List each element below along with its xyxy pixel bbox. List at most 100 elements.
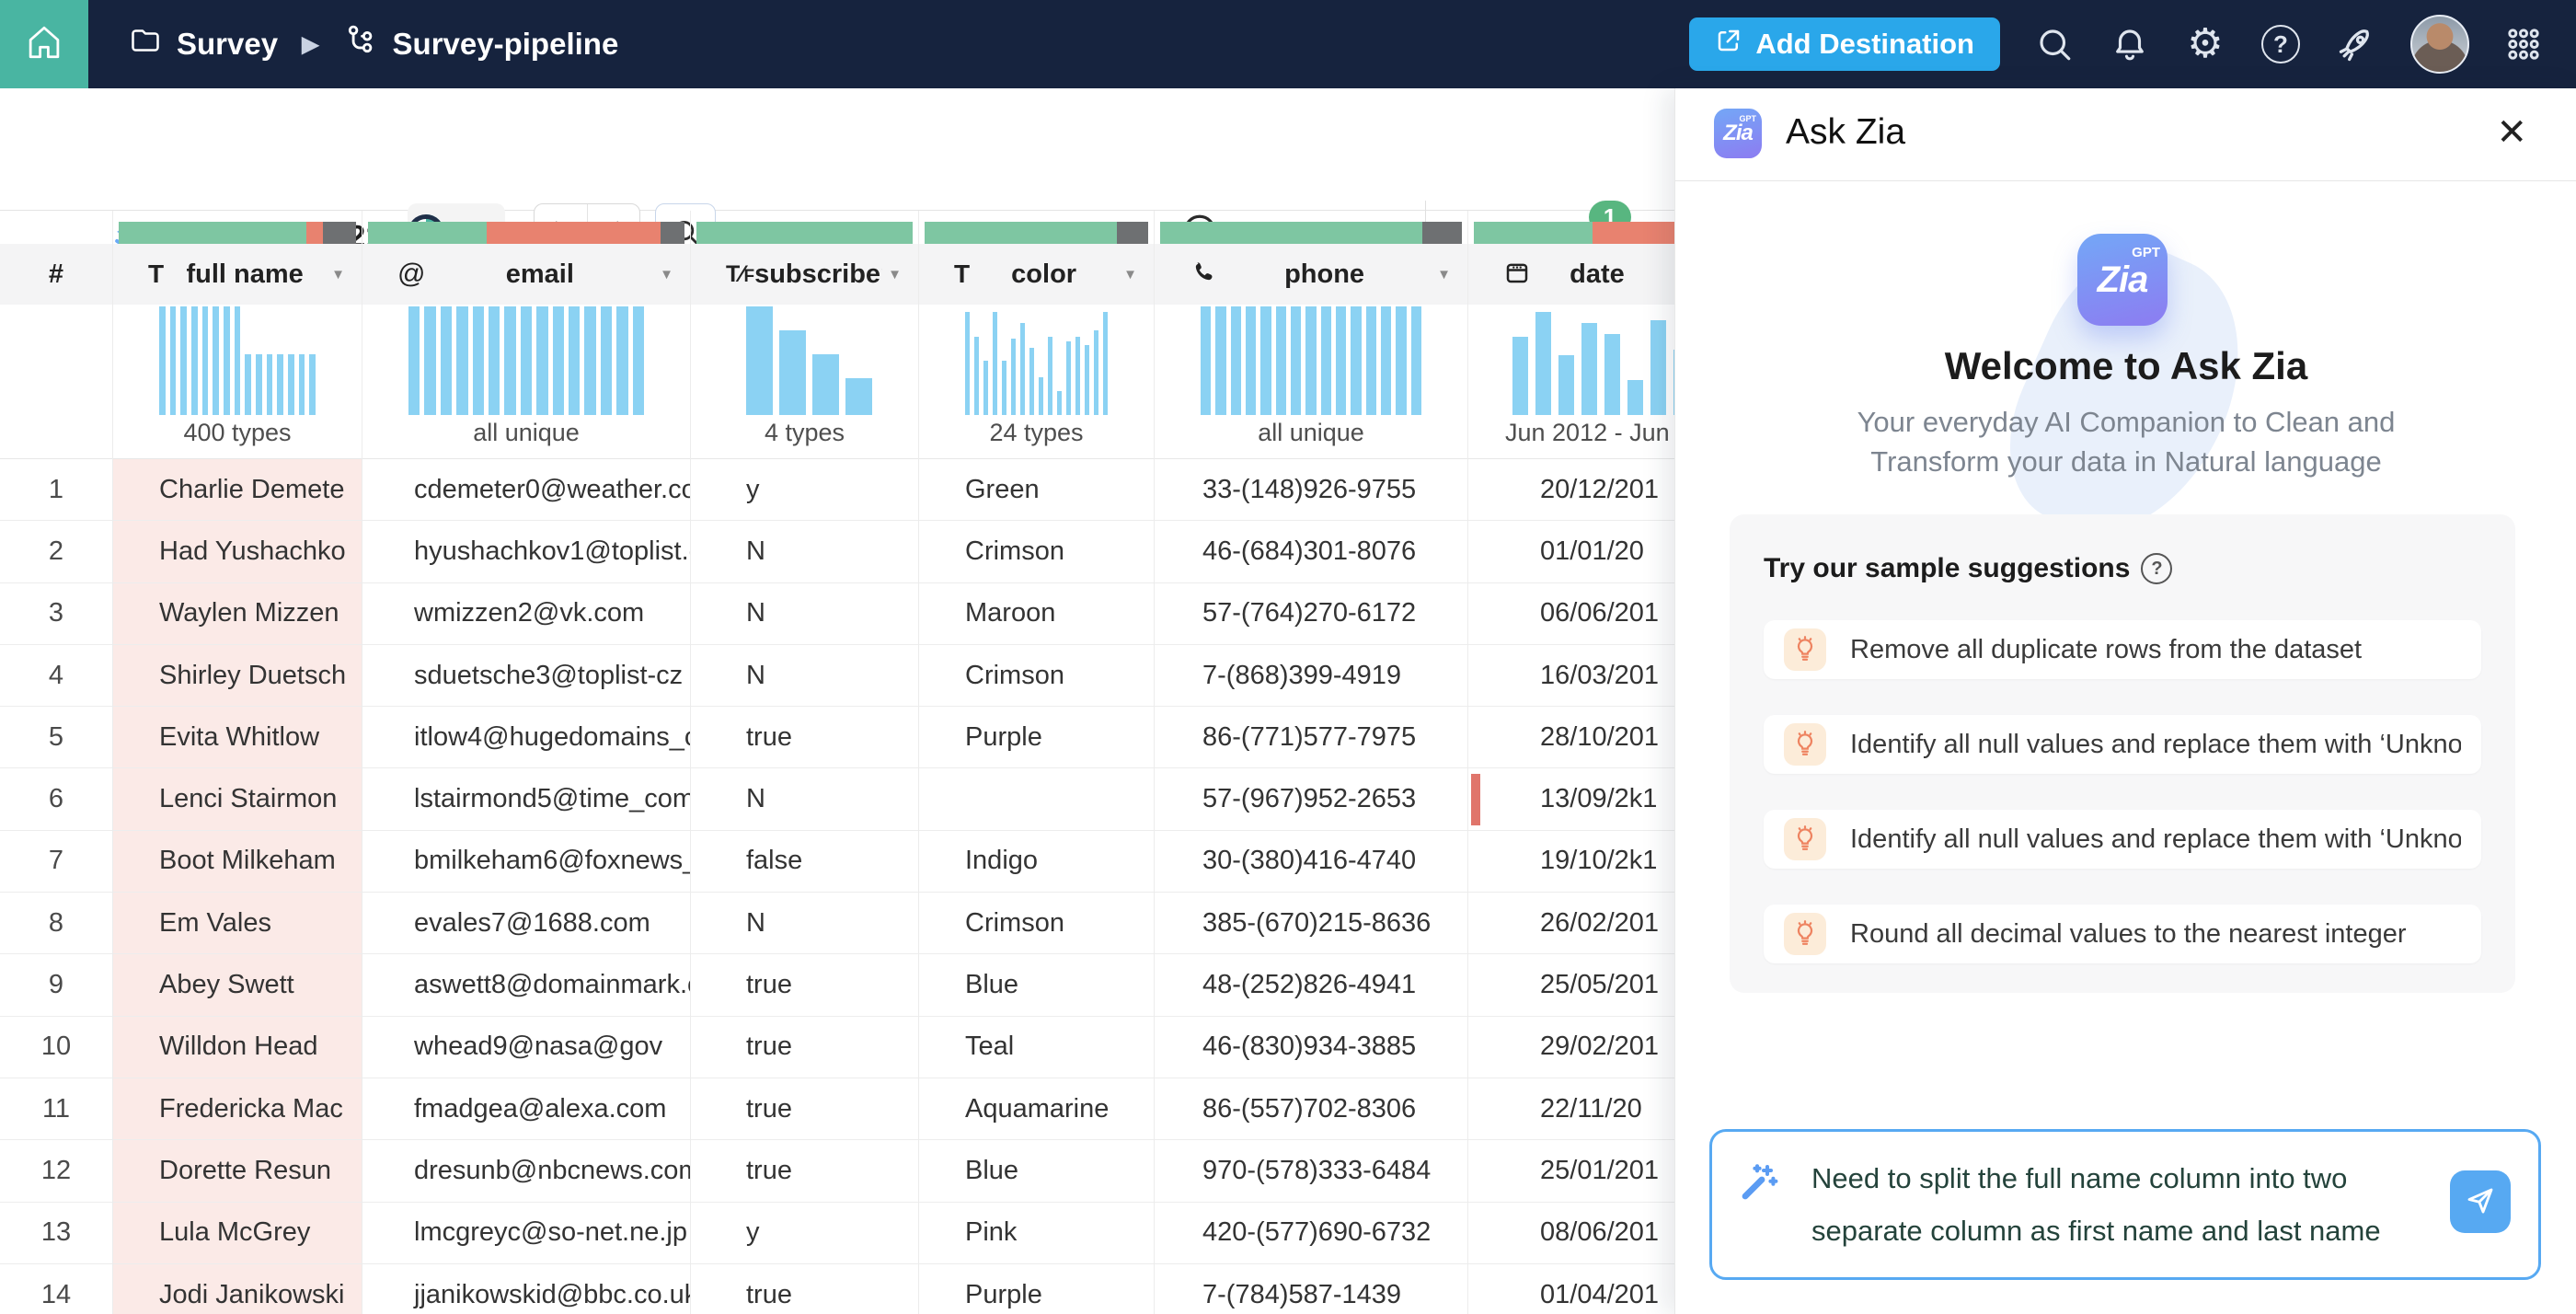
cell-date[interactable]: 16/03/201: [1468, 645, 1674, 707]
whats-new-rocket-icon[interactable]: [2335, 23, 2377, 65]
cell-email[interactable]: hyushachkov1@toplist.cz: [362, 521, 690, 582]
cell-date[interactable]: 28/10/201: [1468, 707, 1674, 768]
cell-subscriber[interactable]: false: [691, 831, 918, 893]
cell-subscriber[interactable]: N: [691, 893, 918, 954]
cell-phone[interactable]: 57-(967)952-2653: [1155, 768, 1467, 830]
cell-email[interactable]: lmcgreyc@so-net.ne.jp: [362, 1203, 690, 1264]
cell-subscriber[interactable]: N: [691, 521, 918, 582]
cell-email[interactable]: sduetsche3@toplist-cz: [362, 645, 690, 707]
row-number[interactable]: 13: [0, 1203, 112, 1264]
cell-phone[interactable]: 57-(764)270-6172: [1155, 583, 1467, 645]
cell-color[interactable]: Green: [919, 459, 1154, 521]
cell-full_name[interactable]: Boot Milkeham: [113, 831, 362, 893]
cell-full_name[interactable]: Dorette Resun: [113, 1140, 362, 1202]
cell-subscriber[interactable]: N: [691, 645, 918, 707]
cell-date[interactable]: 22/11/20: [1468, 1078, 1674, 1140]
cell-phone[interactable]: 86-(557)702-8306: [1155, 1078, 1467, 1140]
cell-date[interactable]: 13/09/2k1: [1468, 768, 1674, 830]
quality-bar-date[interactable]: [1474, 222, 1674, 244]
cell-color[interactable]: Teal: [919, 1017, 1154, 1078]
cell-phone[interactable]: 420-(577)690-6732: [1155, 1203, 1467, 1264]
cell-full_name[interactable]: Fredericka Mac: [113, 1078, 362, 1140]
send-button[interactable]: [2450, 1170, 2511, 1233]
cell-color[interactable]: Crimson: [919, 521, 1154, 582]
cell-color[interactable]: Blue: [919, 954, 1154, 1016]
column-header-color[interactable]: Tcolor▼: [919, 244, 1154, 305]
cell-email[interactable]: lstairmond5@time_com: [362, 768, 690, 830]
cell-email[interactable]: bmilkeham6@foxnews_co: [362, 831, 690, 893]
cell-subscriber[interactable]: true: [691, 1264, 918, 1314]
cell-full_name[interactable]: Willdon Head: [113, 1017, 362, 1078]
settings-gear-icon[interactable]: ⚙: [2184, 23, 2226, 65]
row-number[interactable]: 4: [0, 645, 112, 707]
cell-email[interactable]: itlow4@hugedomains_com: [362, 707, 690, 768]
suggestion-card[interactable]: Round all decimal values to the nearest …: [1764, 905, 2481, 963]
quality-bar-email[interactable]: [368, 222, 684, 244]
row-number[interactable]: 12: [0, 1140, 112, 1202]
cell-date[interactable]: 25/05/201: [1468, 954, 1674, 1016]
cell-phone[interactable]: 7-(784)587-1439: [1155, 1264, 1467, 1314]
cell-date[interactable]: 19/10/2k1: [1468, 831, 1674, 893]
cell-full_name[interactable]: Evita Whitlow: [113, 707, 362, 768]
column-header-subscriber[interactable]: T⁄Fsubscriber▼: [691, 244, 918, 305]
cell-subscriber[interactable]: true: [691, 954, 918, 1016]
cell-phone[interactable]: 7-(868)399-4919: [1155, 645, 1467, 707]
quality-bar-subscriber[interactable]: [696, 222, 913, 244]
cell-full_name[interactable]: Had Yushachko: [113, 521, 362, 582]
cell-subscriber[interactable]: y: [691, 459, 918, 521]
cell-email[interactable]: wmizzen2@vk.com: [362, 583, 690, 645]
chevron-down-icon[interactable]: ▼: [1437, 267, 1451, 282]
cell-email[interactable]: fmadgea@alexa.com: [362, 1078, 690, 1140]
row-number[interactable]: 5: [0, 707, 112, 768]
row-number[interactable]: 9: [0, 954, 112, 1016]
cell-phone[interactable]: 385-(670)215-8636: [1155, 893, 1467, 954]
quality-bar-color[interactable]: [925, 222, 1148, 244]
row-number[interactable]: 3: [0, 583, 112, 645]
cell-phone[interactable]: 30-(380)416-4740: [1155, 831, 1467, 893]
cell-email[interactable]: evales7@1688.com: [362, 893, 690, 954]
cell-full_name[interactable]: Charlie Demete: [113, 459, 362, 521]
quality-bar-full_name[interactable]: [119, 222, 356, 244]
breadcrumb-project[interactable]: Survey: [177, 27, 278, 62]
column-header-full_name[interactable]: Tfull name▼: [113, 244, 362, 305]
suggestion-card[interactable]: Remove all duplicate rows from the datas…: [1764, 620, 2481, 679]
cell-color[interactable]: Crimson: [919, 893, 1154, 954]
cell-date[interactable]: 26/02/201: [1468, 893, 1674, 954]
cell-date[interactable]: 25/01/201: [1468, 1140, 1674, 1202]
row-number[interactable]: 6: [0, 768, 112, 830]
cell-full_name[interactable]: Jodi Janikowski: [113, 1264, 362, 1314]
ask-zia-input-box[interactable]: Need to split the full name column into …: [1709, 1129, 2541, 1280]
add-destination-button[interactable]: Add Destination: [1689, 17, 2000, 71]
cell-subscriber[interactable]: true: [691, 1017, 918, 1078]
column-header-date[interactable]: date: [1468, 244, 1674, 305]
cell-date[interactable]: 20/12/201: [1468, 459, 1674, 521]
column-header-phone[interactable]: phone▼: [1155, 244, 1467, 305]
cell-color[interactable]: [919, 768, 1154, 830]
close-icon[interactable]: ✕: [2496, 112, 2527, 153]
row-number[interactable]: 1: [0, 459, 112, 521]
cell-email[interactable]: jjanikowskid@bbc.co.uk: [362, 1264, 690, 1314]
quality-bar-idx[interactable]: [6, 222, 107, 244]
cell-phone[interactable]: 46-(684)301-8076: [1155, 521, 1467, 582]
cell-subscriber[interactable]: true: [691, 1140, 918, 1202]
cell-phone[interactable]: 46-(830)934-3885: [1155, 1017, 1467, 1078]
cell-date[interactable]: 06/06/201: [1468, 583, 1674, 645]
cell-full_name[interactable]: Em Vales: [113, 893, 362, 954]
cell-phone[interactable]: 970-(578)333-6484: [1155, 1140, 1467, 1202]
row-number[interactable]: 8: [0, 893, 112, 954]
chevron-down-icon[interactable]: ▼: [331, 267, 345, 282]
column-header-email[interactable]: @email▼: [362, 244, 690, 305]
cell-phone[interactable]: 86-(771)577-7975: [1155, 707, 1467, 768]
histogram-bars[interactable]: [1201, 306, 1421, 415]
cell-color[interactable]: Indigo: [919, 831, 1154, 893]
row-number[interactable]: 11: [0, 1078, 112, 1140]
home-button[interactable]: [0, 0, 88, 88]
quality-bar-phone[interactable]: [1160, 222, 1462, 244]
cell-subscriber[interactable]: true: [691, 1078, 918, 1140]
suggestion-card[interactable]: Identify all null values and replace the…: [1764, 810, 2481, 869]
histogram-bars[interactable]: [159, 306, 316, 415]
cell-phone[interactable]: 33-(148)926-9755: [1155, 459, 1467, 521]
cell-subscriber[interactable]: N: [691, 583, 918, 645]
cell-email[interactable]: cdemeter0@weather.com: [362, 459, 690, 521]
cell-subscriber[interactable]: N: [691, 768, 918, 830]
